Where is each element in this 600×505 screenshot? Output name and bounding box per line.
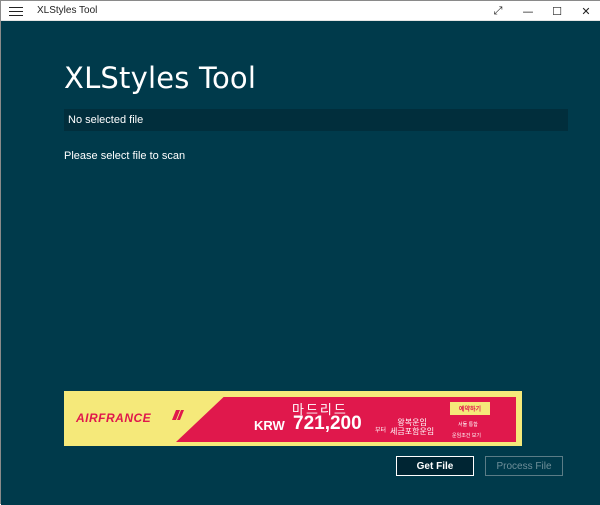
- ad-brand-logo: AIRFRANCE: [76, 411, 152, 425]
- window-title: XLStyles Tool: [37, 5, 98, 16]
- ad-route-info: 왕복운임 세금포함운임: [390, 418, 434, 436]
- ad-price-suffix: 부터: [375, 428, 387, 434]
- fullscreen-icon[interactable]: ⤢: [483, 1, 513, 21]
- selected-file-field: No selected file: [64, 109, 568, 131]
- app-window: XLStyles Tool ⤢ — ☐ ✕ XLStyles Tool No s…: [0, 0, 600, 505]
- ad-route-line: 왕복운임: [397, 418, 427, 427]
- get-file-button[interactable]: Get File: [396, 456, 474, 476]
- ad-note: 서둘 통합: [458, 422, 478, 428]
- ad-price: 721,200: [293, 413, 362, 434]
- page-title: XLStyles Tool: [64, 61, 257, 95]
- close-icon[interactable]: ✕: [571, 1, 600, 21]
- ad-route-line: 세금포함운임: [390, 427, 435, 436]
- advertisement-banner[interactable]: AIRFRANCE 마드리드 KRW 721,200 부터 왕복운임 세금포함운…: [64, 391, 522, 446]
- hamburger-menu-icon[interactable]: [9, 5, 23, 17]
- main-content: XLStyles Tool No selected file Please se…: [1, 21, 600, 505]
- process-file-button[interactable]: Process File: [485, 456, 563, 476]
- title-bar: XLStyles Tool ⤢ — ☐ ✕: [1, 1, 600, 21]
- ad-price-currency: KRW: [254, 418, 285, 433]
- ad-book-button[interactable]: 예약하기: [450, 402, 490, 415]
- minimize-icon[interactable]: —: [513, 1, 543, 21]
- status-message: Please select file to scan: [64, 150, 186, 162]
- ad-terms-link[interactable]: 운임조건 보기: [452, 432, 481, 439]
- airline-stripes-icon: [172, 410, 184, 420]
- maximize-icon[interactable]: ☐: [542, 1, 572, 21]
